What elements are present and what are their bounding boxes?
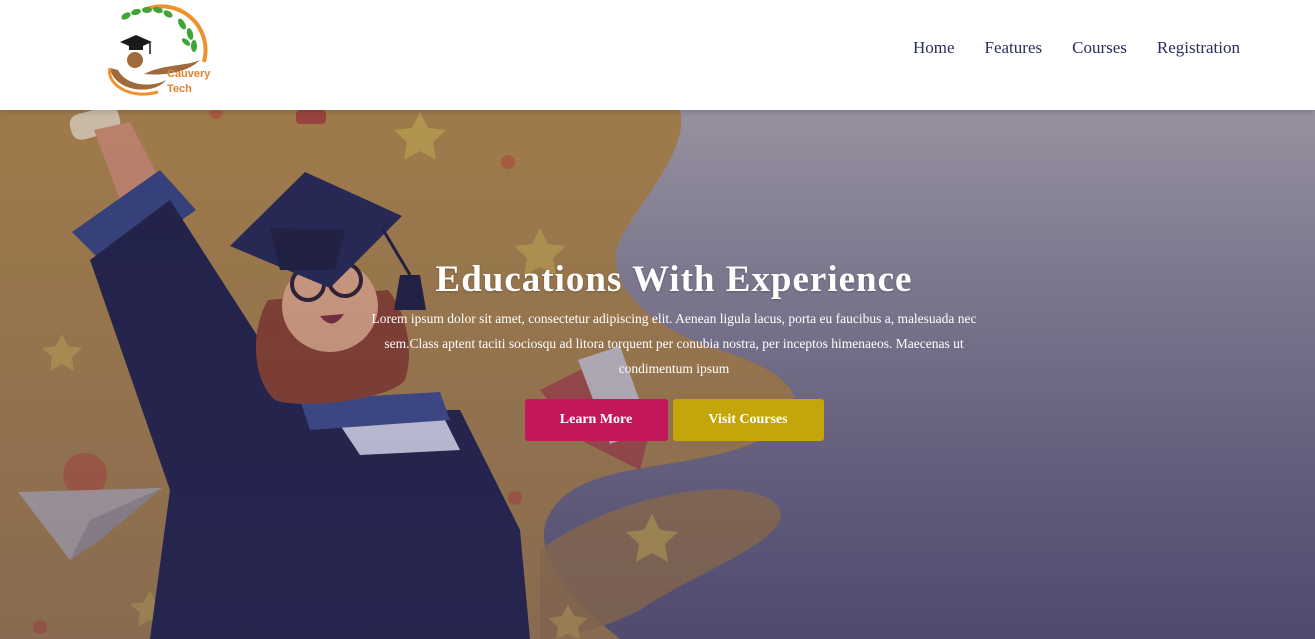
nav-registration[interactable]: Registration bbox=[1157, 38, 1240, 58]
brand-name-line2: Tech bbox=[167, 83, 192, 95]
nav-features[interactable]: Features bbox=[985, 38, 1043, 58]
hero-content: Educations With Experience Lorem ipsum d… bbox=[340, 258, 1008, 441]
hero-title: Educations With Experience bbox=[435, 259, 913, 300]
nav-home[interactable]: Home bbox=[913, 38, 955, 58]
hero-section: Educations With Experience Lorem ipsum d… bbox=[0, 110, 1315, 639]
navbar: Cauvery Tech Home Features Courses Regis… bbox=[0, 0, 1315, 110]
brand-logo[interactable]: Cauvery Tech bbox=[104, 2, 214, 102]
brand-name-line1: Cauvery bbox=[167, 68, 211, 80]
graduate-logo-icon bbox=[108, 4, 208, 96]
main-nav: Home Features Courses Registration bbox=[913, 38, 1240, 58]
nav-courses[interactable]: Courses bbox=[1072, 38, 1127, 58]
visit-courses-button[interactable]: Visit Courses bbox=[672, 399, 824, 441]
hero-buttons: Learn More Visit Courses bbox=[340, 399, 1008, 441]
hero-description: Lorem ipsum dolor sit amet, consectetur … bbox=[371, 311, 977, 376]
learn-more-button[interactable]: Learn More bbox=[524, 399, 668, 441]
